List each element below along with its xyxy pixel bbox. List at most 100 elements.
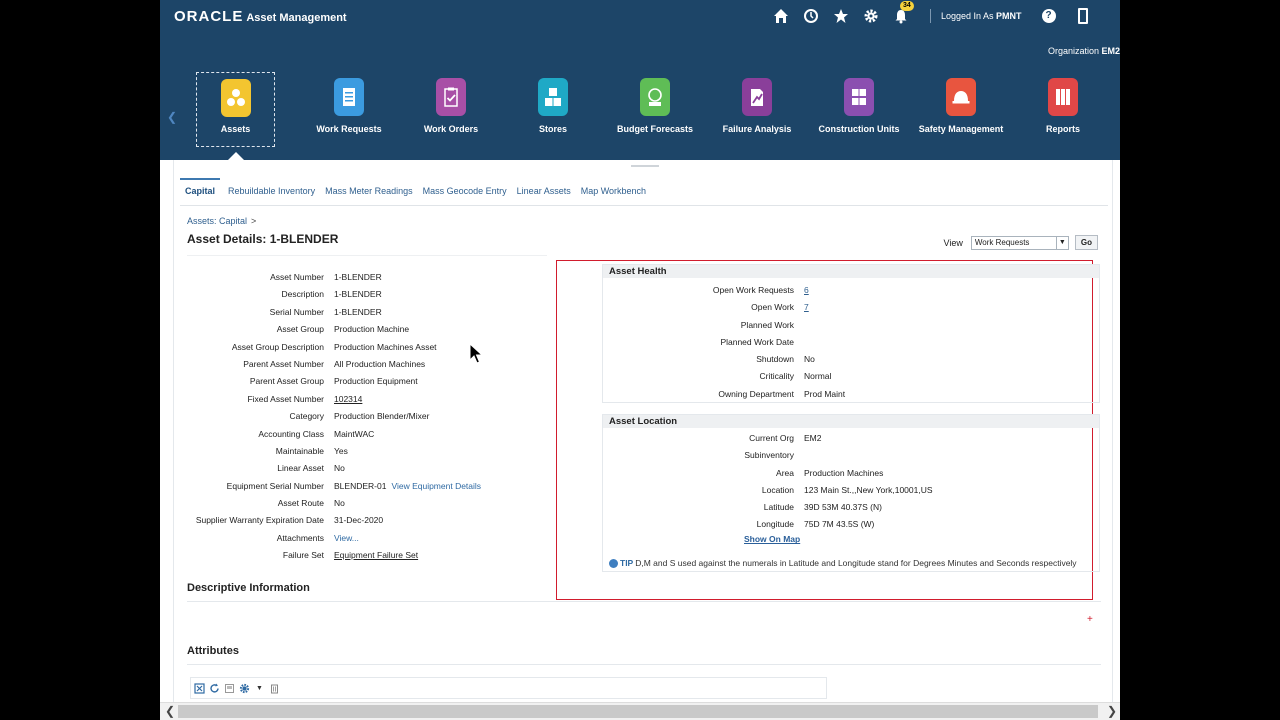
gear-icon[interactable] bbox=[239, 683, 250, 694]
nav-safety-management[interactable]: Safety Management bbox=[910, 72, 1012, 147]
expand-icon[interactable] bbox=[194, 682, 205, 694]
detail-label: Accounting Class bbox=[258, 428, 324, 439]
nav-stores[interactable]: Stores bbox=[502, 72, 604, 147]
detail-value: 1-BLENDER bbox=[334, 289, 382, 300]
detail-row: Asset Number 1-BLENDER bbox=[187, 272, 481, 289]
scroll-right-icon[interactable]: ❯ bbox=[1107, 704, 1117, 718]
detail-label: Equipment Serial Number bbox=[226, 480, 324, 491]
work-requests-tile bbox=[334, 78, 364, 116]
notification-count-badge: 34 bbox=[900, 1, 914, 11]
nav-reports[interactable]: Reports bbox=[1012, 72, 1114, 147]
detail-row: Parent Asset Group Production Equipment bbox=[187, 376, 481, 393]
health-label: Planned Work Date bbox=[720, 336, 794, 347]
horizontal-scrollbar[interactable]: ❮ ❯ bbox=[160, 702, 1120, 720]
attachments-view-link[interactable]: View... bbox=[334, 533, 359, 550]
global-toolbar: 34 Logged In As PMNT ? bbox=[772, 1, 1088, 26]
tab-mass-geocode-entry[interactable]: Mass Geocode Entry bbox=[423, 178, 507, 202]
health-label: Owning Department bbox=[718, 388, 794, 399]
work-orders-tile bbox=[436, 78, 466, 116]
crystal-ball-icon bbox=[648, 88, 662, 106]
asset-location-section: Asset Location Current Org EM2 Subinvento… bbox=[602, 414, 1100, 572]
breadcrumb-separator: > bbox=[251, 216, 257, 226]
hard-hat-icon bbox=[952, 91, 970, 104]
scroll-left-icon[interactable]: ❮ bbox=[165, 704, 175, 718]
health-row: Planned Work bbox=[603, 320, 1099, 337]
view-selector: View Work Requests ▼ Go bbox=[944, 235, 1098, 250]
failure-set-link[interactable]: Equipment Failure Set bbox=[334, 550, 418, 567]
required-marker: + bbox=[1087, 614, 1093, 625]
detail-value: Production Equipment bbox=[334, 376, 418, 387]
brand-logo: ORACLE Asset Management bbox=[174, 8, 347, 26]
location-row: Latitude 39D 53M 40.37S (N) bbox=[603, 502, 1099, 519]
detail-row: Asset Group Production Machine bbox=[187, 324, 481, 341]
stores-tile bbox=[538, 78, 568, 116]
tab-mass-meter-readings[interactable]: Mass Meter Readings bbox=[325, 178, 413, 202]
detail-label: Asset Route bbox=[277, 498, 324, 509]
favorites-star-icon[interactable] bbox=[832, 7, 850, 25]
detail-label: Description bbox=[281, 289, 324, 300]
fixed-asset-number-link[interactable]: 102314 bbox=[334, 394, 362, 411]
nav-work-orders[interactable]: Work Orders bbox=[400, 72, 502, 147]
nav-budget-forecasts[interactable]: Budget Forecasts bbox=[604, 72, 706, 147]
tab-rebuildable-inventory[interactable]: Rebuildable Inventory bbox=[228, 178, 315, 202]
budget-forecasts-tile bbox=[640, 78, 670, 116]
asset-details-list: Asset Number 1-BLENDER Description 1-BLEND… bbox=[187, 272, 481, 568]
view-select[interactable]: Work Requests ▼ bbox=[970, 235, 1069, 250]
detail-label: Attachments bbox=[276, 532, 324, 543]
health-value: Prod Maint bbox=[804, 388, 846, 399]
go-button[interactable]: Go bbox=[1074, 235, 1098, 250]
location-row: Location 123 Main St.,,New York,10001,US bbox=[603, 485, 1099, 502]
section-divider bbox=[187, 601, 1101, 602]
logout-icon[interactable] bbox=[1077, 8, 1088, 24]
chevron-down-icon[interactable]: ▼ bbox=[254, 683, 265, 694]
settings-gear-icon[interactable] bbox=[862, 7, 880, 25]
attributes-heading[interactable]: Attributes bbox=[187, 645, 239, 657]
nav-work-requests[interactable]: Work Requests bbox=[298, 72, 400, 147]
location-row: Current Org EM2 bbox=[603, 433, 1099, 450]
delete-icon[interactable] bbox=[269, 683, 280, 694]
nav-failure-analysis[interactable]: Failure Analysis bbox=[706, 72, 808, 147]
help-icon[interactable]: ? bbox=[1041, 9, 1056, 23]
section-divider bbox=[187, 664, 1101, 665]
main-content: Capital Rebuildable Inventory Mass Meter… bbox=[173, 160, 1113, 720]
tab-capital[interactable]: Capital bbox=[180, 178, 221, 202]
show-on-map-link[interactable]: Show On Map bbox=[744, 534, 1099, 548]
health-label: Open Work Requests bbox=[712, 285, 794, 295]
boxes-icon bbox=[545, 88, 561, 106]
health-value: Normal bbox=[804, 371, 832, 382]
location-value: 75D 7M 43.5S (W) bbox=[804, 519, 875, 530]
active-nav-pointer bbox=[228, 152, 244, 160]
document-list-icon bbox=[343, 88, 355, 106]
tip-check-icon bbox=[609, 558, 618, 568]
detach-icon[interactable] bbox=[224, 683, 235, 694]
detail-label: Serial Number bbox=[269, 306, 324, 317]
detail-row: Asset Group Description Production Machin… bbox=[187, 342, 481, 359]
user-name: PMNT bbox=[996, 11, 1022, 21]
home-icon[interactable] bbox=[772, 7, 790, 25]
detail-label: Asset Group Description bbox=[231, 341, 324, 352]
view-equipment-details-link[interactable]: View Equipment Details bbox=[391, 481, 481, 491]
detail-value: No bbox=[334, 463, 345, 474]
detail-row: Equipment Serial Number BLENDER-01 View Eq… bbox=[187, 481, 481, 498]
nav-scroll-left-icon[interactable]: ❮ bbox=[167, 110, 177, 124]
detail-value: Yes bbox=[334, 445, 348, 456]
tab-linear-assets[interactable]: Linear Assets bbox=[517, 178, 571, 202]
refresh-icon[interactable] bbox=[209, 683, 220, 694]
recent-clock-icon[interactable] bbox=[802, 7, 820, 25]
descriptive-information-heading[interactable]: Descriptive Information bbox=[187, 582, 310, 594]
panel-resize-grip[interactable] bbox=[631, 165, 659, 167]
nav-assets[interactable]: Assets bbox=[196, 72, 275, 147]
nav-construction-units[interactable]: Construction Units bbox=[808, 72, 910, 147]
detail-label: Parent Asset Group bbox=[249, 376, 324, 387]
chevron-down-icon[interactable]: ▼ bbox=[1055, 236, 1068, 249]
notifications-bell-icon[interactable]: 34 bbox=[892, 1, 914, 25]
equipment-serial-value: BLENDER-01 bbox=[334, 480, 387, 491]
breadcrumb-link[interactable]: Assets: Capital bbox=[187, 216, 247, 226]
tab-map-workbench[interactable]: Map Workbench bbox=[581, 178, 646, 202]
nav-label: Failure Analysis bbox=[722, 124, 792, 134]
open-work-requests-link[interactable]: 6 bbox=[804, 285, 809, 302]
scrollbar-thumb[interactable] bbox=[178, 705, 1098, 718]
open-work-link[interactable]: 7 bbox=[804, 302, 809, 319]
detail-value: No bbox=[334, 498, 345, 509]
attributes-toolbar: ▼ bbox=[190, 677, 827, 699]
